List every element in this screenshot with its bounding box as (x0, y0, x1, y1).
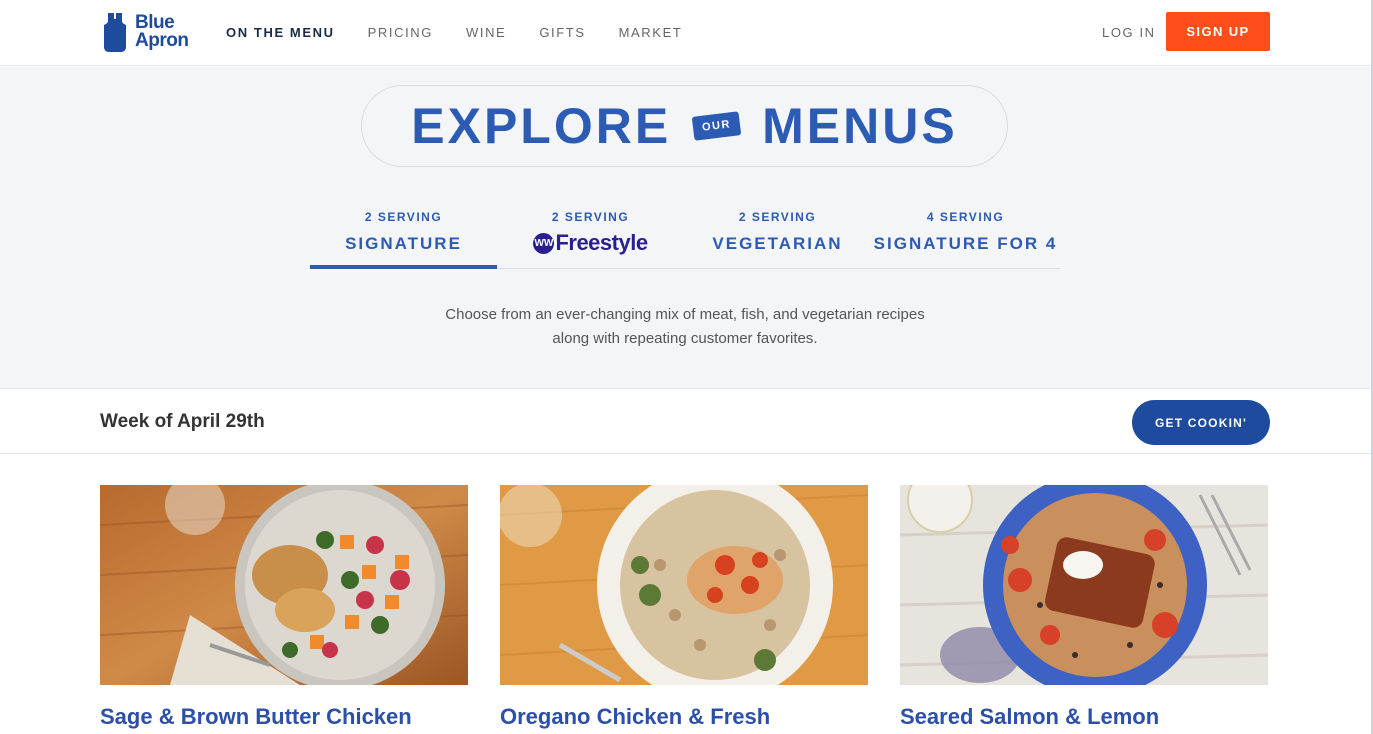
main-nav: ON THE MENU PRICING WINE GIFTS MARKET (226, 25, 715, 40)
blue-apron-logo[interactable]: Blue Apron (100, 10, 189, 54)
tab-label: SIGNATURE (345, 234, 462, 253)
title-menus: MENUS (762, 98, 958, 154)
recipe-image[interactable] (100, 485, 468, 685)
title-explore: EXPLORE (411, 98, 672, 154)
tab-serving-label: 2 SERVING (738, 210, 817, 224)
tab-signature-for-4[interactable]: 4 SERVING SIGNATURE FOR 4 (871, 207, 1060, 268)
nav-pricing[interactable]: PRICING (368, 25, 433, 40)
recipe-card[interactable]: Seared Salmon & Lemon (900, 485, 1268, 730)
page-title: EXPLORE OUR MENUS (361, 85, 1008, 167)
tab-label: SIGNATURE FOR 4 (873, 234, 1058, 253)
ww-freestyle-logo: WW Freestyle (533, 230, 648, 256)
get-cookin-button[interactable]: GET COOKIN' (1132, 400, 1270, 445)
week-label: Week of April 29th (100, 411, 265, 432)
week-bar: Week of April 29th GET COOKIN' (0, 389, 1371, 454)
logo-text-line2: Apron (135, 30, 189, 51)
tab-label: VEGETARIAN (712, 234, 843, 253)
tab-vegetarian[interactable]: 2 SERVING VEGETARIAN (684, 207, 871, 268)
ww-badge-icon: WW (533, 232, 555, 254)
tab-serving-label: 2 SERVING (364, 210, 443, 224)
tab-serving-label: 2 SERVING (551, 210, 630, 224)
recipe-title[interactable]: Seared Salmon & Lemon (900, 704, 1268, 730)
recipe-title[interactable]: Sage & Brown Butter Chicken (100, 704, 468, 730)
tab-ww-freestyle[interactable]: 2 SERVING WW Freestyle (497, 207, 684, 268)
nav-wine[interactable]: WINE (466, 25, 506, 40)
login-link[interactable]: LOG IN (1102, 25, 1156, 40)
signup-button[interactable]: SIGN UP (1166, 12, 1270, 51)
apron-icon (104, 13, 126, 52)
menu-description: Choose from an ever-changing mix of meat… (445, 306, 925, 347)
menu-hero: EXPLORE OUR MENUS 2 SERVING SIGNATURE 2 … (0, 67, 1371, 389)
tab-signature[interactable]: 2 SERVING SIGNATURE (310, 207, 497, 269)
top-header: Blue Apron ON THE MENU PRICING WINE GIFT… (0, 0, 1371, 66)
recipe-card[interactable]: Oregano Chicken & Fresh (500, 485, 868, 730)
recipe-image[interactable] (900, 485, 1268, 685)
recipe-image[interactable] (500, 485, 868, 685)
menu-tabs: 2 SERVING SIGNATURE 2 SERVING WW Freesty… (310, 207, 1060, 269)
tab-label: Freestyle (555, 230, 648, 255)
recipe-card[interactable]: Sage & Brown Butter Chicken (100, 485, 468, 730)
recipe-title[interactable]: Oregano Chicken & Fresh (500, 704, 868, 730)
title-our-badge: OUR (691, 111, 742, 141)
nav-gifts[interactable]: GIFTS (539, 25, 585, 40)
nav-on-the-menu[interactable]: ON THE MENU (226, 25, 335, 40)
tab-serving-label: 4 SERVING (926, 210, 1005, 224)
nav-market[interactable]: MARKET (619, 25, 683, 40)
